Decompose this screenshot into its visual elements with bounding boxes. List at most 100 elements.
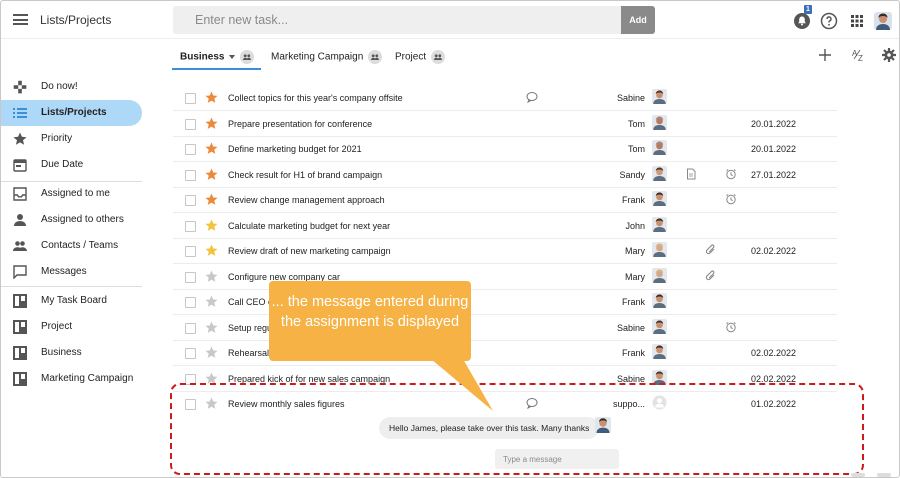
sidebar-item-label: Business [41,347,82,358]
comment-icon[interactable] [526,91,538,103]
task-title[interactable]: Call CEO c [228,297,273,307]
tab-label: Marketing Campaign [271,51,364,63]
sidebar-item-assigned-to-me[interactable]: Assigned to me [1,181,142,207]
task-checkbox[interactable] [185,220,196,232]
sidebar-item-do-now[interactable]: Do now! [1,74,142,100]
sidebar-divider [1,286,142,287]
task-owner: Mary [625,246,645,256]
sidebar-item-contacts-teams[interactable]: Contacts / Teams [1,233,142,259]
priority-star-icon[interactable] [205,116,218,130]
task-title[interactable]: Collect topics for this year's company o… [228,93,403,103]
task-checkbox[interactable] [185,297,196,308]
sidebar-item-label: Priority [41,133,73,144]
active-tab-indicator [172,68,261,70]
sidebar-item-label: Do now! [41,81,78,92]
gear-icon[interactable] [882,48,896,62]
add-icon[interactable] [818,48,832,62]
task-checkbox[interactable] [185,246,196,257]
task-checkbox[interactable] [185,169,196,181]
add-task-button[interactable]: Add [621,6,655,34]
priority-star-icon[interactable] [205,320,218,334]
sidebar-item-my-task-board[interactable]: My Task Board [1,288,142,314]
alarm-clock-icon[interactable] [725,193,737,205]
task-title[interactable]: Setup regu [228,323,272,333]
task-checkbox[interactable] [185,322,196,334]
help-icon[interactable] [820,12,838,30]
task-row[interactable]: Collect topics for this year's company o… [173,86,837,111]
task-checkbox[interactable] [185,271,196,283]
sidebar-item-label: Contacts / Teams [41,240,119,251]
alarm-clock-icon[interactable] [725,168,737,180]
alarm-clock-icon[interactable] [725,321,737,333]
task-checkbox[interactable] [185,93,196,104]
sidebar-item-assigned-to-others[interactable]: Assigned to others [1,207,142,233]
shared-people-icon [240,50,255,64]
scroll-handle[interactable] [851,473,865,477]
page-title: Lists/Projects [40,13,112,27]
task-owner: John [625,220,645,231]
sidebar-item-due-date[interactable]: Due Date [1,152,142,178]
sort-az-icon[interactable]: AZ [852,48,866,62]
sidebar-item-label: Due Date [41,159,84,170]
notification-icon[interactable] [793,12,811,30]
tab-marketing-campaign[interactable]: Marketing Campaign [271,50,383,64]
priority-star-icon[interactable] [205,269,218,283]
user-avatar[interactable] [874,12,892,30]
task-row[interactable]: Review change management approach Frank [173,188,837,213]
attachment-icon[interactable] [705,244,717,256]
priority-star-icon[interactable] [205,295,218,308]
priority-star-icon[interactable] [205,244,218,257]
menu-icon[interactable] [13,14,28,25]
board-icon [13,346,27,360]
sidebar-item-business[interactable]: Business [1,340,142,366]
note-icon[interactable] [685,168,697,180]
priority-star-icon[interactable] [205,91,218,104]
shared-people-icon [431,50,446,64]
task-owner: Sandy [619,169,645,180]
tab-label: Business [180,51,225,63]
new-task-input[interactable] [173,6,621,34]
star-icon [13,132,27,145]
task-checkbox[interactable] [185,195,196,206]
apps-grid-icon[interactable] [848,12,866,30]
task-row[interactable]: Prepare presentation for conference Tom 20… [173,112,837,137]
task-row[interactable]: Check result for H1 of brand campaign San… [173,163,837,188]
task-title[interactable]: Prepare presentation for conference [228,119,372,129]
task-checkbox[interactable] [185,348,196,359]
calendar-icon [13,159,27,172]
priority-star-icon[interactable] [205,142,218,155]
task-row[interactable]: Calculate marketing budget for next year… [173,214,837,239]
task-title[interactable]: Prepared kick of for new sales campaign [228,374,390,384]
task-title[interactable]: Check result for H1 of brand campaign [228,170,382,180]
task-title[interactable]: Review change management approach [228,195,385,205]
task-due-date: 02.02.2022 [751,246,797,256]
task-row[interactable]: Define marketing budget for 2021 Tom 20.01… [173,137,837,162]
top-bar: Lists/Projects Add 1 [1,1,899,39]
task-title[interactable]: Define marketing budget for 2021 [228,144,362,154]
tab-project[interactable]: Project [395,50,446,64]
sidebar-item-marketing-campaign[interactable]: Marketing Campaign [1,366,142,392]
task-due-date: 27.01.2022 [751,169,797,180]
tab-business[interactable]: Business [180,50,255,64]
priority-star-icon[interactable] [205,167,218,181]
sidebar-item-lists-projects[interactable]: Lists/Projects [1,100,142,126]
task-title[interactable]: Configure new company car [228,272,340,282]
task-title[interactable]: Rehearsal [228,348,269,358]
sidebar-item-priority[interactable]: Priority [1,126,142,152]
task-checkbox[interactable] [185,144,196,155]
message-input[interactable] [495,449,619,469]
priority-star-icon[interactable] [205,346,218,359]
priority-star-icon[interactable] [205,218,218,232]
attachment-icon[interactable] [705,270,717,282]
gamepad-icon [13,80,27,94]
task-title[interactable]: Review draft of new marketing campaign [228,246,391,256]
task-row[interactable]: Review draft of new marketing campaign Ma… [173,239,837,264]
task-checkbox[interactable] [185,118,196,130]
sidebar-item-messages[interactable]: Messages [1,259,142,285]
scroll-handle[interactable] [877,473,891,477]
priority-star-icon[interactable] [205,193,218,206]
sidebar: Do now! Lists/Projects Priority Due Date… [1,39,149,477]
group-icon [13,241,27,251]
sidebar-item-project[interactable]: Project [1,314,142,340]
task-title[interactable]: Calculate marketing budget for next year [228,221,390,231]
